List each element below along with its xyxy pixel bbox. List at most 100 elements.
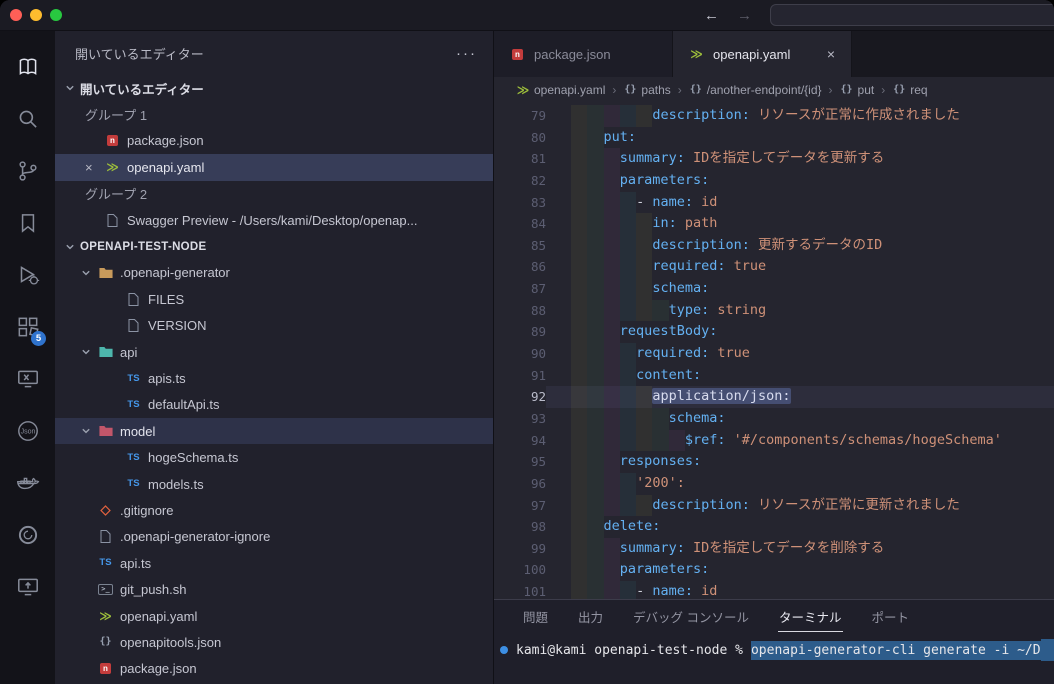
tab-openapi-yaml[interactable]: ≫ openapi.yaml × [673,31,852,77]
code-line[interactable]: 82 parameters: [494,169,1054,192]
run-debug-icon [15,262,41,288]
ts-icon: TS [127,478,140,490]
activity-bookmarks[interactable] [0,197,55,249]
circle-tool-icon [15,522,41,548]
code-line[interactable]: 96 '200': [494,472,1054,495]
code-line[interactable]: 101 - name: id [494,581,1054,599]
tree-item-models-ts[interactable]: TS models.ts [55,471,493,497]
breadcrumb-item-openapi-yaml[interactable]: ≫ openapi.yaml [516,83,606,97]
traffic-light-minimize[interactable] [30,9,42,21]
chevron-down-icon [79,426,93,436]
breadcrumb-item-another-endpoint-id[interactable]: {} /another-endpoint/{id} [689,83,822,97]
code-line[interactable]: 85 description: 更新するデータのID [494,234,1054,257]
code-area[interactable]: 79 description: リソースが正常に作成されました 80 put: 81… [494,103,1054,599]
tree-item-openapi-generator-ignore[interactable]: .openapi-generator-ignore [55,524,493,550]
activity-reader[interactable] [0,41,55,93]
tree-item-apis-ts[interactable]: TS apis.ts [55,365,493,391]
open-editor-openapi-yaml[interactable]: × ≫ openapi.yaml [55,154,493,181]
section-open-editors[interactable]: 開いているエディター [55,75,493,101]
activity-screen-share[interactable] [0,561,55,613]
open-editor-swagger-preview-users-kami-desktop-openap[interactable]: Swagger Preview - /Users/kami/Desktop/op… [55,207,493,233]
close-icon[interactable]: × [85,161,103,174]
panel-tab-ports[interactable]: ポート [871,600,911,632]
activity-json-viewer[interactable]: Json [0,405,55,457]
breadcrumb-item-paths[interactable]: {} paths [623,83,670,97]
tree-item-label: .openapi-generator [120,265,230,281]
activity-remote-monitor[interactable] [0,353,55,405]
code-line[interactable]: 86 required: true [494,256,1054,279]
tree-item-api-ts[interactable]: TS api.ts [55,550,493,576]
tab-bar: n package.json ≫ openapi.yaml × [494,31,1054,77]
git-icon [96,504,115,517]
tree-item-openapi-yaml[interactable]: ≫ openapi.yaml [55,603,493,629]
tree-item-files[interactable]: FILES [55,286,493,312]
section-workspace[interactable]: OPENAPI-TEST-NODE [55,233,493,259]
tree-item-package-json[interactable]: n package.json [55,656,493,682]
panel-tab-terminal[interactable]: ターミナル [778,600,843,632]
line-number: 86 [530,259,546,275]
tree-item-defaultapi-ts[interactable]: TS defaultApi.ts [55,392,493,418]
tree-item-openapi-generator[interactable]: .openapi-generator [55,260,493,286]
code-line[interactable]: 92 application/json: [494,386,1054,408]
tab-package-json[interactable]: n package.json [494,31,673,77]
panel-tab-debug-console[interactable]: デバッグ コンソール [632,600,750,632]
open-editor-label: package.json [127,133,204,149]
code-line[interactable]: 100 parameters: [494,559,1054,582]
command-center-search[interactable] [770,4,1054,26]
file-tree: .openapi-generator FILES VERSION api TS apis.… [55,260,493,682]
forward-arrow-icon[interactable]: → [737,7,752,24]
code-line[interactable]: 88 type: string [494,299,1054,322]
tree-item-version[interactable]: VERSION [55,313,493,339]
line-number: 79 [530,108,546,123]
tree-item-git-push-sh[interactable]: >_ git_push.sh [55,576,493,602]
breadcrumb: ≫ openapi.yaml › {} paths › {} /another-endpoin… [494,77,1054,103]
activity-source-control[interactable] [0,145,55,197]
tree-item-gitignore[interactable]: .gitignore [55,497,493,523]
code-line[interactable]: 97 description: リソースが正常に更新されました [494,494,1054,517]
tree-item-api[interactable]: api [55,339,493,365]
terminal-command-line[interactable]: kami@kami openapi-test-node % openapi-ge… [500,639,1054,661]
tree-item-model[interactable]: model [55,418,493,445]
tree-item-hogeschema-ts[interactable]: TS hogeSchema.ts [55,444,493,470]
code-line[interactable]: 95 responses: [494,451,1054,473]
vscode-window: ← → 5 Json 開いているエディター ··· 開いているエディター グループ… [0,0,1054,684]
panel-tab-problems[interactable]: 問題 [522,600,549,632]
code-line[interactable]: 98 delete: [494,516,1054,538]
code-line[interactable]: 81 summary: IDを指定してデータを更新する [494,148,1054,170]
code-line[interactable]: 99 summary: IDを指定してデータを削除する [494,537,1054,560]
breadcrumb-item-put[interactable]: {} put [840,83,874,97]
code-line[interactable]: 80 put: [494,126,1054,149]
activity-search[interactable] [0,93,55,145]
docker-icon [15,470,41,496]
traffic-light-zoom[interactable] [50,9,62,21]
activity-extensions[interactable]: 5 [0,301,55,353]
line-number: 101 [523,584,546,599]
code-line[interactable]: 84 in: path [494,213,1054,235]
code-line[interactable]: 91 content: [494,364,1054,387]
bottom-panel: 問題 出力 デバッグ コンソール ターミナル ポート kami@kami openapi… [494,599,1054,684]
code-line[interactable]: 83 - name: id [494,191,1054,214]
sidebar-scroll: 開いているエディター グループ 1 n package.json × ≫ openapi.… [55,75,493,684]
open-editor-package-json[interactable]: n package.json [55,128,493,154]
code-line[interactable]: 94 $ref: '#/components/schemas/hogeSchem… [494,429,1054,452]
code-line[interactable]: 89 requestBody: [494,321,1054,344]
tree-item-openapitools-json[interactable]: {} openapitools.json [55,629,493,655]
terminal[interactable]: kami@kami openapi-test-node % openapi-ge… [494,632,1054,684]
activity-run-debug[interactable] [0,249,55,301]
line-number: 89 [530,324,546,340]
braces-icon: {} [99,636,112,648]
more-actions-icon[interactable]: ··· [456,45,477,62]
code-line[interactable]: 87 schema: [494,278,1054,300]
back-arrow-icon[interactable]: ← [704,7,719,24]
breadcrumb-item-req[interactable]: {} req [892,83,927,97]
panel-tab-output[interactable]: 出力 [577,600,604,632]
line-number: 81 [530,151,546,167]
close-icon[interactable]: × [825,46,837,62]
code-line[interactable]: 90 required: true [494,343,1054,365]
activity-docker[interactable] [0,457,55,509]
code-line[interactable]: 79 description: リソースが正常に作成されました [494,105,1054,127]
code-line[interactable]: 93 schema: [494,407,1054,430]
activity-circle-tool[interactable] [0,509,55,561]
chevron-down-icon [79,268,93,278]
traffic-light-close[interactable] [10,9,22,21]
